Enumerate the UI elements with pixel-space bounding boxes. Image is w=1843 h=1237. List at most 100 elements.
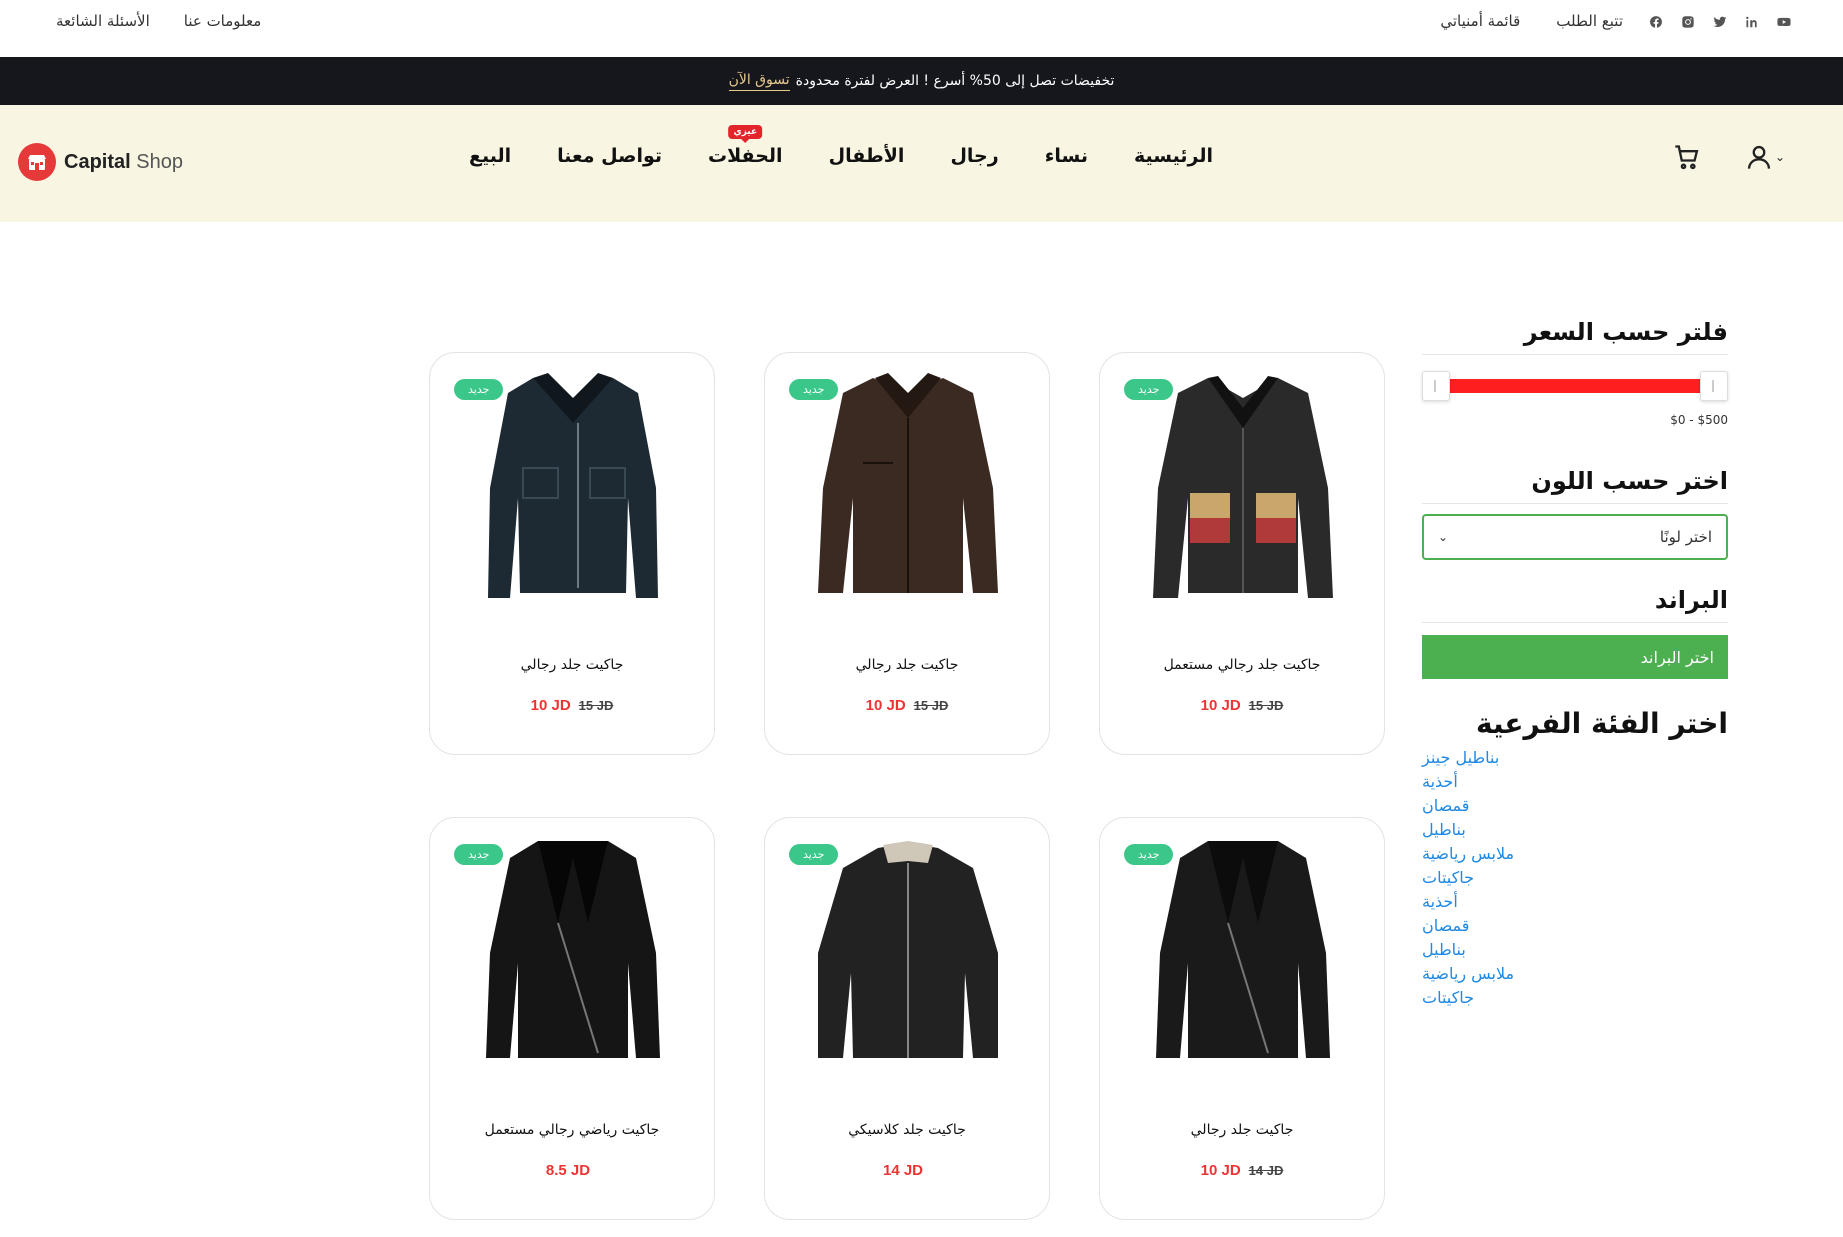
jacket-image xyxy=(818,373,998,593)
old-price: 14 JD xyxy=(1248,1163,1284,1178)
subcategory-link[interactable]: جاكيتات xyxy=(1422,866,1728,890)
current-price: 10 JD xyxy=(530,697,571,714)
account-menu[interactable]: ⌄ xyxy=(1745,143,1785,171)
jacket-image xyxy=(1153,376,1333,598)
chevron-down-icon: ⌄ xyxy=(1774,150,1785,164)
current-price: 14 JD xyxy=(882,1162,924,1179)
primary-menu: الرئيسية نساء رجال الأطفال عيزي الحفلات … xyxy=(469,125,1213,167)
product-price: 10 JD 14 JD xyxy=(1100,1162,1384,1179)
product-card[interactable]: جديد جاكيت جلد رجالي مستعمل 10 JD 15 JD xyxy=(1099,352,1385,755)
product-card[interactable]: جديد جاكيت رياضي رجالي مستعمل 8.5 JD xyxy=(429,817,715,1220)
nav-icons: ⌄ xyxy=(1673,143,1785,171)
price-slider-handle-min[interactable] xyxy=(1422,371,1450,401)
subcategory-link[interactable]: ملابس رياضية xyxy=(1422,842,1728,866)
nav-sale[interactable]: البيع xyxy=(469,145,511,167)
product-card[interactable]: جديد جاكيت جلد رجالي 10 JD 15 JD xyxy=(764,352,1050,755)
price-range-text: $0 - $500 xyxy=(1670,413,1728,427)
product-name[interactable]: جاكيت جلد رجالي xyxy=(765,657,1049,673)
product-card[interactable]: جديد جاكيت جلد كلاسيكي 14 JD xyxy=(764,817,1050,1220)
promo-banner: تخفيضات تصل إلى 50% أسرع ! العرض لفترة م… xyxy=(0,57,1843,105)
subcategory-link[interactable]: أحذية xyxy=(1422,770,1728,794)
product-name[interactable]: جاكيت جلد رجالي xyxy=(1100,1122,1384,1138)
price-slider-handle-max[interactable] xyxy=(1700,371,1728,401)
color-select-value: اختر لونًا xyxy=(1659,528,1712,546)
shop-now-link[interactable]: تسوق الآن xyxy=(728,72,790,91)
faq-link[interactable]: الأسئلة الشائعة xyxy=(56,12,150,30)
product-card[interactable]: جديد جاكيت جلد رجالي 10 JD 15 JD xyxy=(429,352,715,755)
product-image[interactable] xyxy=(1140,367,1346,609)
product-grid: جديد جاكيت جلد رجالي مستعمل 10 JD 15 JD ج… xyxy=(429,352,1385,1220)
about-link[interactable]: معلومات عنا xyxy=(184,12,262,30)
color-select[interactable]: اختر لونًا ⌄ xyxy=(1422,514,1728,560)
chevron-down-icon: ⌄ xyxy=(1438,530,1449,544)
subcategory-link[interactable]: ملابس رياضية xyxy=(1422,962,1728,986)
track-order-link[interactable]: تتبع الطلب xyxy=(1556,12,1623,30)
product-price: 8.5 JD xyxy=(430,1162,714,1179)
nav-contact[interactable]: تواصل معنا xyxy=(557,145,662,167)
product-name[interactable]: جاكيت جلد رجالي xyxy=(430,657,714,673)
nav-women[interactable]: نساء xyxy=(1045,145,1088,167)
subcategory-link[interactable]: قمصان xyxy=(1422,914,1728,938)
product-card[interactable]: جديد جاكيت جلد رجالي 10 JD 14 JD xyxy=(1099,817,1385,1220)
jacket-image xyxy=(488,373,658,598)
logo-text-bold: Capital xyxy=(64,150,131,173)
nav-parties-label: الحفلات xyxy=(708,145,783,167)
wishlist-link[interactable]: قائمة أمنياتي xyxy=(1440,12,1520,30)
subcategory-link[interactable]: بناطيل xyxy=(1422,938,1728,962)
color-filter-title: اختر حسب اللون xyxy=(1422,467,1728,504)
old-price: 15 JD xyxy=(578,698,614,713)
price-filter-title: فلتر حسب السعر xyxy=(1422,318,1728,355)
logo-text: Capital Shop xyxy=(64,151,183,174)
price-slider-track xyxy=(1436,379,1714,393)
social-links xyxy=(1645,13,1795,31)
linkedin-icon[interactable] xyxy=(1741,13,1763,31)
subcategory-link[interactable]: بناطيل جينز xyxy=(1422,746,1728,770)
current-price: 10 JD xyxy=(1200,697,1241,714)
nav-kids[interactable]: الأطفال xyxy=(829,145,905,167)
promo-text: تخفيضات تصل إلى 50% أسرع ! العرض لفترة م… xyxy=(795,73,1115,89)
utility-links-right: تتبع الطلب قائمة أمنياتي xyxy=(1440,12,1623,30)
subcategory-title: اختر الفئة الفرعية xyxy=(1475,707,1728,740)
price-range-slider[interactable] xyxy=(1422,369,1728,403)
subcategory-link[interactable]: قمصان xyxy=(1422,794,1728,818)
product-image[interactable] xyxy=(805,832,1011,1074)
subcategory-link[interactable]: جاكيتات xyxy=(1422,986,1728,1010)
main-navigation: Capital Shop الرئيسية نساء رجال الأطفال … xyxy=(0,105,1843,222)
subcategory-list: بناطيل جينز أحذية قمصان بناطيل ملابس ريا… xyxy=(1422,746,1728,1010)
product-image[interactable] xyxy=(470,367,676,609)
nav-parties[interactable]: عيزي الحفلات xyxy=(708,125,783,167)
old-price: 15 JD xyxy=(913,698,949,713)
twitter-icon[interactable] xyxy=(1709,13,1731,31)
choose-brand-button[interactable]: اختر البراند xyxy=(1422,635,1728,679)
product-price: 10 JD 15 JD xyxy=(1100,697,1384,714)
product-name[interactable]: جاكيت رياضي رجالي مستعمل xyxy=(430,1122,714,1138)
facebook-icon[interactable] xyxy=(1645,13,1667,31)
jacket-image xyxy=(486,841,660,1058)
product-image[interactable] xyxy=(470,832,676,1074)
current-price: 10 JD xyxy=(865,697,906,714)
subcategory-link[interactable]: بناطيل xyxy=(1422,818,1728,842)
current-price: 8.5 JD xyxy=(545,1162,591,1179)
product-name[interactable]: جاكيت جلد رجالي مستعمل xyxy=(1100,657,1384,673)
filters-sidebar: فلتر حسب السعر $0 - $500 اختر حسب اللون … xyxy=(1422,318,1728,1010)
subcategory-link[interactable]: أحذية xyxy=(1422,890,1728,914)
product-image[interactable] xyxy=(805,367,1011,609)
product-price: 10 JD 15 JD xyxy=(765,697,1049,714)
top-utility-bar: تتبع الطلب قائمة أمنياتي الأسئلة الشائعة… xyxy=(0,0,1843,56)
cart-icon[interactable] xyxy=(1673,143,1701,171)
hot-badge: عيزي xyxy=(728,125,763,139)
instagram-icon[interactable] xyxy=(1677,13,1699,31)
jacket-image xyxy=(1156,841,1330,1058)
product-image[interactable] xyxy=(1140,832,1346,1074)
product-name[interactable]: جاكيت جلد كلاسيكي xyxy=(765,1122,1049,1138)
utility-links-left: الأسئلة الشائعة معلومات عنا xyxy=(56,12,261,30)
nav-men[interactable]: رجال xyxy=(950,145,998,167)
jacket-image xyxy=(818,841,998,1058)
brand-filter-title: البراند xyxy=(1422,586,1728,623)
old-price: 15 JD xyxy=(1248,698,1284,713)
nav-home[interactable]: الرئيسية xyxy=(1134,145,1213,167)
logo-text-light: Shop xyxy=(130,150,183,173)
current-price: 10 JD xyxy=(1200,1162,1241,1179)
site-logo[interactable]: Capital Shop xyxy=(18,143,183,181)
youtube-icon[interactable] xyxy=(1773,13,1795,31)
